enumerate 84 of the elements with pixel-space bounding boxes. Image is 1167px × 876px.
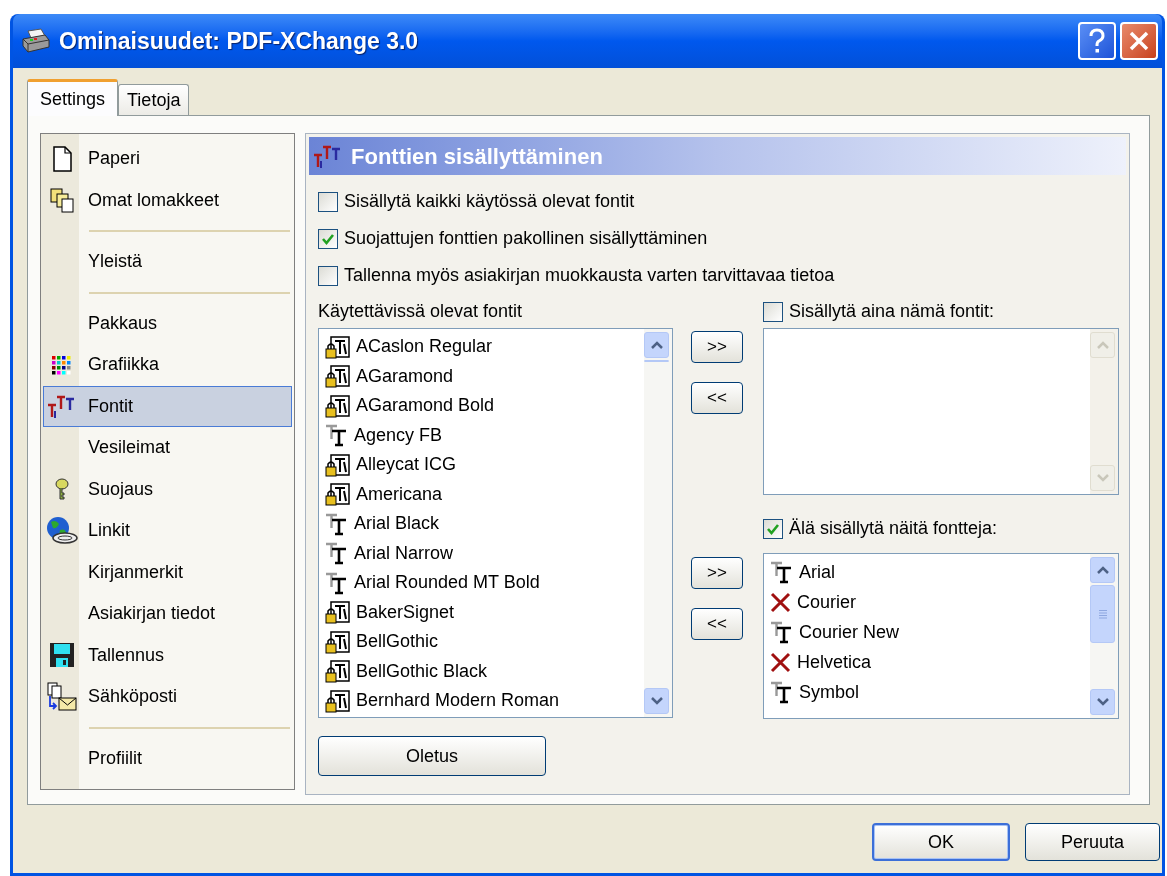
scroll-down-button[interactable]	[644, 688, 669, 714]
checkbox[interactable]	[318, 191, 338, 212]
sidebar-item[interactable]: Tallennus	[43, 634, 292, 676]
dialog-button[interactable]: OK	[872, 823, 1010, 861]
scrollbar-thumb[interactable]	[1090, 585, 1115, 643]
envelope-icon	[46, 681, 78, 712]
list-item[interactable]: BellGothic Black	[324, 656, 644, 686]
checkbox[interactable]	[318, 228, 338, 249]
lock-font-icon	[324, 393, 352, 418]
list-item[interactable]: Americana	[324, 479, 644, 509]
sidebar-item[interactable]: Omat lomakkeet	[43, 179, 292, 221]
sidebar-item[interactable]: Pakkaus	[43, 302, 292, 344]
window-title: Ominaisuudet: PDF-XChange 3.0	[59, 26, 419, 56]
close-icon	[1128, 30, 1150, 52]
sidebar-item[interactable]: Kirjanmerkit	[43, 551, 292, 593]
transfer-button[interactable]: >>	[691, 331, 743, 363]
lock-font-icon	[324, 452, 352, 477]
cross-icon	[769, 650, 793, 674]
scroll-up-button[interactable]	[1090, 557, 1115, 583]
list-item[interactable]: Arial Narrow	[324, 538, 644, 568]
scrollbar-thumb[interactable]	[644, 360, 669, 362]
list-item[interactable]: Arial Rounded MT Bold	[324, 568, 644, 598]
grip-icon	[1097, 609, 1108, 619]
sidebar-item[interactable]: Asiakirjan tiedot	[43, 593, 292, 635]
lock-font-icon	[324, 688, 352, 713]
scroll-down-button[interactable]	[1090, 689, 1115, 715]
help-button[interactable]	[1078, 22, 1116, 60]
checkbox[interactable]	[763, 301, 783, 322]
list-item[interactable]: Arial	[769, 557, 1090, 587]
cross-icon	[769, 590, 793, 614]
tab[interactable]: Tietoja	[118, 84, 190, 115]
fonts-icon	[47, 393, 77, 420]
checkbox[interactable]	[318, 265, 338, 286]
list-item[interactable]: BellGothic	[324, 627, 644, 657]
lock-font-icon	[324, 364, 352, 389]
transfer-button[interactable]: <<	[691, 608, 743, 640]
lock-font-icon	[324, 629, 352, 654]
list-item[interactable]: Courier New	[769, 617, 1090, 647]
checkbox-label[interactable]: Tallenna myös asiakirjan muokkausta varten tarvittavaa tietoa	[344, 262, 835, 289]
sidebar-item[interactable]: Paperi	[43, 138, 292, 180]
checkbox-label[interactable]: Älä sisällytä näitä fontteja:	[789, 515, 998, 542]
close-button[interactable]	[1120, 22, 1158, 60]
list-item[interactable]: Courier	[769, 587, 1090, 617]
page-icon	[50, 145, 74, 172]
dialog-button[interactable]: Peruuta	[1025, 823, 1160, 861]
lock-font-icon	[324, 334, 352, 359]
fonts-icon	[313, 143, 343, 169]
list-item[interactable]: BakerSignet	[324, 597, 644, 627]
documents-icon	[49, 187, 75, 214]
transfer-button[interactable]: >>	[691, 557, 743, 589]
list-item[interactable]: AGaramond	[324, 361, 644, 391]
sidebar-item[interactable]: Yleistä	[43, 241, 292, 283]
sidebar-item[interactable]: Linkit	[43, 510, 292, 552]
list-item[interactable]: Helvetica	[769, 647, 1090, 677]
default-button[interactable]: Oletus	[318, 736, 546, 776]
sidebar-item[interactable]: Suojaus	[43, 468, 292, 510]
list-item[interactable]: Bernhard Modern Roman	[324, 686, 644, 716]
tab[interactable]: Settings	[27, 79, 119, 116]
sidebar-item[interactable]: Fontit	[43, 385, 292, 427]
lock-font-icon	[324, 600, 352, 625]
checkbox[interactable]	[763, 518, 783, 539]
lock-font-icon	[324, 659, 352, 684]
list-item[interactable]: Arial Black	[324, 509, 644, 539]
list-item[interactable]: Alleycat ICG	[324, 450, 644, 480]
checkbox-label[interactable]: Suojattujen fonttien pakollinen sisällyttäminen	[344, 225, 708, 252]
scroll-up-button[interactable]	[644, 332, 669, 358]
sidebar-item[interactable]: Vesileimat	[43, 427, 292, 469]
list-item[interactable]: AGaramond Bold	[324, 391, 644, 421]
panel-title: Fonttien sisällyttäminen	[351, 142, 603, 171]
list-item[interactable]: Agency FB	[324, 420, 644, 450]
lock-font-icon	[324, 482, 352, 507]
key-icon	[52, 477, 72, 502]
list-item[interactable]: Symbol	[769, 677, 1090, 707]
checkbox-label[interactable]: Sisällytä kaikki käytössä olevat fontit	[344, 188, 635, 215]
globe-icon	[45, 515, 79, 546]
transfer-button[interactable]: <<	[691, 382, 743, 414]
list-label: Käytettävissä olevat fontit	[318, 300, 524, 323]
sidebar-item[interactable]: Grafiikka	[43, 344, 292, 386]
sidebar-item[interactable]: Profiilit	[43, 737, 292, 779]
checkbox-label[interactable]: Sisällytä aina nämä fontit:	[789, 298, 995, 325]
help-icon	[1088, 28, 1106, 54]
list-item[interactable]: ACaslon Regular	[324, 332, 644, 362]
printer-icon	[21, 28, 51, 54]
sidebar-item[interactable]: Sähköposti	[43, 676, 292, 718]
